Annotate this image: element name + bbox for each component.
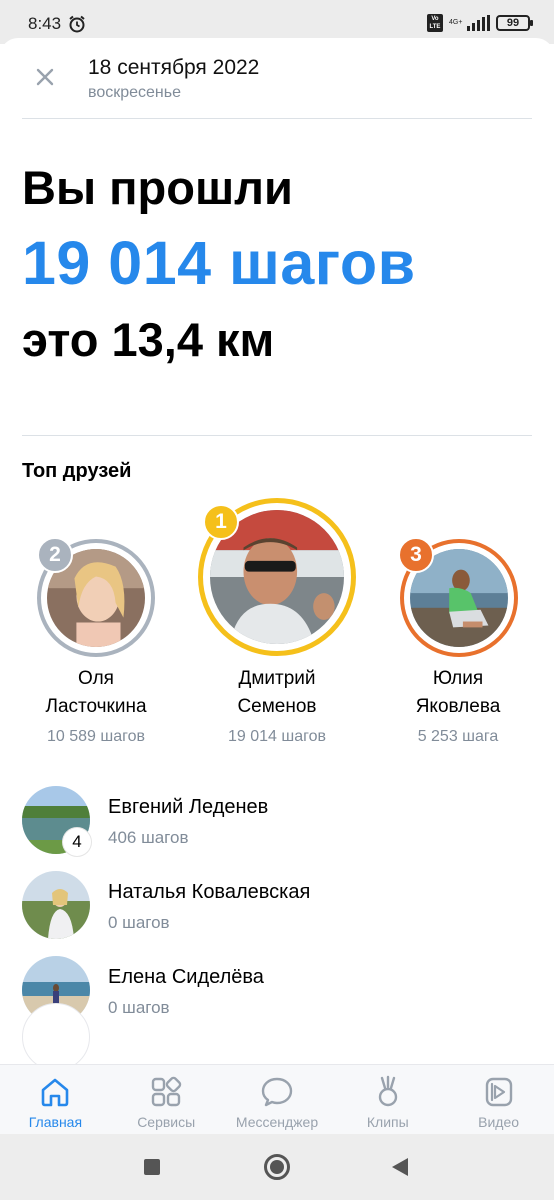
tab-services[interactable]: Сервисы [111,1065,222,1134]
tab-bar: Главная Сервисы Мессенджер Клипы Видео [0,1064,554,1134]
friend-name: Оля Ласточкина [45,668,147,717]
home-button[interactable] [264,1154,290,1180]
network-type: 4G+ [449,19,463,26]
video-icon [485,1077,512,1107]
close-icon[interactable] [32,64,58,90]
friend-steps: 406 шагов [108,828,189,847]
tab-label: Мессенджер [235,1114,319,1130]
friend-name: Дмитрий Семенов [237,668,317,717]
friend-name: Наталья Ковалевская [108,881,311,903]
friend-steps: 0 шагов [108,998,170,1017]
top-friends-title: Топ друзей [22,460,132,482]
avatar-placeholder [22,1003,90,1068]
friend-steps: 0 шагов [108,913,170,932]
system-navigation-bar [0,1134,554,1200]
tab-label: Клипы [366,1114,409,1130]
signal-icon [467,15,490,31]
recents-button[interactable] [144,1159,160,1175]
back-button[interactable] [392,1158,408,1176]
rank-badge: 1 [203,504,239,540]
rank-badge: 2 [37,537,73,573]
volte-icon: Vo LTE [427,14,443,32]
friend-name: Елена Сиделёва [108,966,264,988]
tab-clips[interactable]: Клипы [332,1065,443,1134]
summary-steps: 19 014 шагов [22,229,416,297]
list-item[interactable]: 4 Евгений Леденев 406 шагов [0,782,554,866]
friend-steps: 10 589 шагов [47,728,145,745]
rank-badge: 4 [63,828,91,856]
divider [22,435,532,436]
header-date: 18 сентября 2022 [88,56,260,79]
friend-steps: 5 253 шага [417,728,499,745]
tab-label: Сервисы [137,1114,196,1130]
battery-icon: 99 [496,15,533,31]
status-time: 8:43 [28,14,62,33]
alarm-icon [69,15,85,33]
tab-label: Главная [28,1114,83,1130]
header-weekday: воскресенье [88,84,181,101]
avatar [22,871,90,939]
rank-badge: 3 [398,537,434,573]
messenger-icon [261,1077,293,1107]
friend-name: Евгений Леденев [108,796,269,818]
friend-name: Юлия Яковлева [415,668,501,717]
home-icon [42,1078,69,1107]
summary-heading: Вы прошли [22,161,293,214]
steps-sheet: 18 сентября 2022 воскресенье Вы прошли 1… [0,38,554,1068]
services-icon [151,1076,182,1107]
tab-label: Видео [478,1114,520,1130]
list-item[interactable]: Наталья Ковалевская 0 шагов [0,867,554,951]
clips-icon [378,1075,397,1107]
summary-distance: это 13,4 км [22,313,275,366]
tab-home[interactable]: Главная [0,1065,111,1134]
divider [22,118,532,119]
tab-messenger[interactable]: Мессенджер [222,1065,333,1134]
tab-video[interactable]: Видео [443,1065,554,1134]
friend-steps: 19 014 шагов [228,728,326,745]
